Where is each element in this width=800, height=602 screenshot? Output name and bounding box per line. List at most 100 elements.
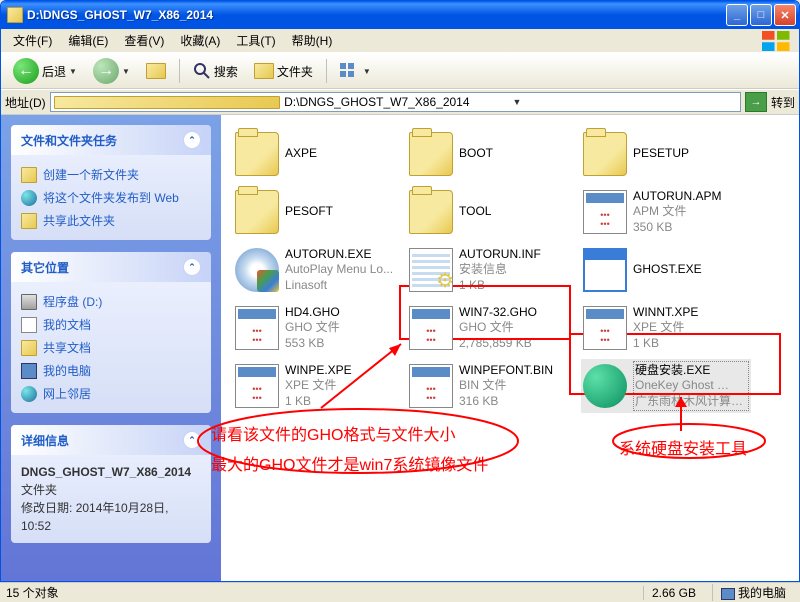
mod-label: 修改日期: (21, 501, 72, 515)
file-item[interactable]: AXPE (233, 127, 403, 181)
file-info: WINPE.XPEXPE 文件1 KB (285, 363, 401, 410)
details-panel-body: DNGS_GHOST_W7_X86_2014 文件夹 修改日期: 2014年10… (11, 455, 211, 543)
file-info: TOOL (459, 204, 575, 220)
place-my-computer[interactable]: 我的电脑 (21, 359, 201, 382)
tasks-panel-header[interactable]: 文件和文件夹任务 ⌃ (11, 125, 211, 155)
file-size: Linasoft (285, 278, 401, 294)
search-button[interactable]: 搜索 (187, 59, 244, 83)
annotation-text-3: 系统硬盘安装工具 (619, 435, 747, 459)
network-icon (21, 386, 37, 402)
other-panel-body: 程序盘 (D:) 我的文档 共享文档 我的电脑 网上邻居 (11, 282, 211, 413)
other-panel-header[interactable]: 其它位置 ⌃ (11, 252, 211, 282)
maximize-button[interactable]: □ (750, 4, 772, 26)
views-button[interactable]: ▼ (334, 60, 377, 82)
task-new-folder[interactable]: 创建一个新文件夹 (21, 163, 201, 186)
chevron-down-icon[interactable]: ▼ (513, 97, 737, 107)
place-label: 我的电脑 (43, 362, 91, 379)
file-icon (235, 364, 279, 408)
file-icon (409, 364, 453, 408)
menu-edit[interactable]: 编辑(E) (60, 30, 116, 51)
file-icon (409, 248, 453, 292)
place-disk-d[interactable]: 程序盘 (D:) (21, 290, 201, 313)
folder-up-icon (146, 63, 166, 79)
tasks-title: 文件和文件夹任务 (21, 132, 117, 149)
file-item[interactable]: AUTORUN.INF安装信息1 KB (407, 243, 577, 297)
file-icon (583, 190, 627, 234)
file-item[interactable]: GHOST.EXE (581, 243, 751, 297)
menu-view[interactable]: 查看(V) (116, 30, 172, 51)
file-name: AUTORUN.EXE (285, 247, 401, 263)
place-network[interactable]: 网上邻居 (21, 382, 201, 405)
chevron-up-icon: ⌃ (183, 431, 201, 449)
file-name: AXPE (285, 146, 401, 162)
file-icon (583, 364, 627, 408)
menu-help[interactable]: 帮助(H) (284, 30, 341, 51)
explorer-window: D:\DNGS_GHOST_W7_X86_2014 _ □ ✕ 文件(F) 编辑… (0, 0, 800, 582)
share-icon (21, 213, 37, 229)
place-shared-docs[interactable]: 共享文档 (21, 336, 201, 359)
menu-tools[interactable]: 工具(T) (228, 30, 283, 51)
file-type: 安装信息 (459, 262, 575, 278)
menu-favorites[interactable]: 收藏(A) (172, 30, 228, 51)
minimize-button[interactable]: _ (726, 4, 748, 26)
file-info: WIN7-32.GHOGHO 文件2,785,859 KB (459, 305, 575, 352)
folders-button[interactable]: 文件夹 (248, 60, 319, 83)
back-button[interactable]: ← 后退 ▼ (7, 55, 83, 87)
toolbar: ← 后退 ▼ → ▼ 搜索 文件夹 ▼ (1, 53, 799, 89)
menu-file[interactable]: 文件(F) (5, 30, 60, 51)
tasks-panel-body: 创建一个新文件夹 将这个文件夹发布到 Web 共享此文件夹 (11, 155, 211, 240)
window-title: D:\DNGS_GHOST_W7_X86_2014 (27, 8, 726, 22)
annotation-text-2: 最大的GHO文件才是win7系统镜像文件 (211, 451, 488, 475)
place-label: 共享文档 (43, 339, 91, 356)
chevron-up-icon: ⌃ (183, 258, 201, 276)
file-item[interactable]: BOOT (407, 127, 577, 181)
file-type: BIN 文件 (459, 378, 575, 394)
place-my-documents[interactable]: 我的文档 (21, 313, 201, 336)
file-info: WINNT.XPEXPE 文件1 KB (633, 305, 749, 352)
tasks-panel: 文件和文件夹任务 ⌃ 创建一个新文件夹 将这个文件夹发布到 Web 共享此文件夹 (11, 125, 211, 240)
other-title: 其它位置 (21, 259, 69, 276)
folder-icon (54, 96, 280, 109)
place-label: 网上邻居 (43, 385, 91, 402)
file-item[interactable]: TOOL (407, 185, 577, 239)
file-item[interactable]: WINNT.XPEXPE 文件1 KB (581, 301, 751, 355)
file-list[interactable]: 请看该文件的GHO格式与文件大小 最大的GHO文件才是win7系统镜像文件 系统… (221, 115, 799, 581)
file-name: TOOL (459, 204, 575, 220)
up-button[interactable] (140, 60, 172, 82)
address-input[interactable]: D:\DNGS_GHOST_W7_X86_2014 ▼ (50, 92, 741, 112)
file-info: AUTORUN.INF安装信息1 KB (459, 247, 575, 294)
file-item[interactable]: HD4.GHOGHO 文件553 KB (233, 301, 403, 355)
task-publish-web[interactable]: 将这个文件夹发布到 Web (21, 186, 201, 209)
task-label: 共享此文件夹 (43, 212, 115, 229)
window-controls: _ □ ✕ (726, 4, 796, 26)
go-button[interactable]: → (745, 92, 767, 112)
file-item[interactable]: PESOFT (233, 185, 403, 239)
disk-icon (21, 294, 37, 310)
folder-icon (254, 63, 274, 79)
place-label: 程序盘 (D:) (43, 293, 102, 310)
file-name: AUTORUN.INF (459, 247, 575, 263)
file-item[interactable]: WINPE.XPEXPE 文件1 KB (233, 359, 403, 413)
file-item[interactable]: 硬盘安装.EXEOneKey Ghost …广东雨林木风计算… (581, 359, 751, 413)
chevron-down-icon: ▼ (122, 67, 130, 76)
file-type: GHO 文件 (285, 320, 401, 336)
file-item[interactable]: PESETUP (581, 127, 751, 181)
details-type: 文件夹 (21, 481, 201, 499)
close-button[interactable]: ✕ (774, 4, 796, 26)
file-info: AUTORUN.APMAPM 文件350 KB (633, 189, 749, 236)
task-share-folder[interactable]: 共享此文件夹 (21, 209, 201, 232)
file-name: PESOFT (285, 204, 401, 220)
titlebar[interactable]: D:\DNGS_GHOST_W7_X86_2014 _ □ ✕ (1, 1, 799, 29)
separator (326, 59, 327, 83)
other-places-panel: 其它位置 ⌃ 程序盘 (D:) 我的文档 共享文档 我的电脑 网上邻居 (11, 252, 211, 413)
file-item[interactable]: WINPEFONT.BINBIN 文件316 KB (407, 359, 577, 413)
file-name: WINPE.XPE (285, 363, 401, 379)
forward-button[interactable]: → ▼ (87, 55, 136, 87)
file-type: XPE 文件 (633, 320, 749, 336)
details-panel-header[interactable]: 详细信息 ⌃ (11, 425, 211, 455)
file-name: 硬盘安装.EXE (635, 363, 747, 379)
file-icon (409, 306, 453, 350)
file-item[interactable]: AUTORUN.APMAPM 文件350 KB (581, 185, 751, 239)
file-item[interactable]: AUTORUN.EXEAutoPlay Menu Lo...Linasoft (233, 243, 403, 297)
file-item[interactable]: WIN7-32.GHOGHO 文件2,785,859 KB (407, 301, 577, 355)
